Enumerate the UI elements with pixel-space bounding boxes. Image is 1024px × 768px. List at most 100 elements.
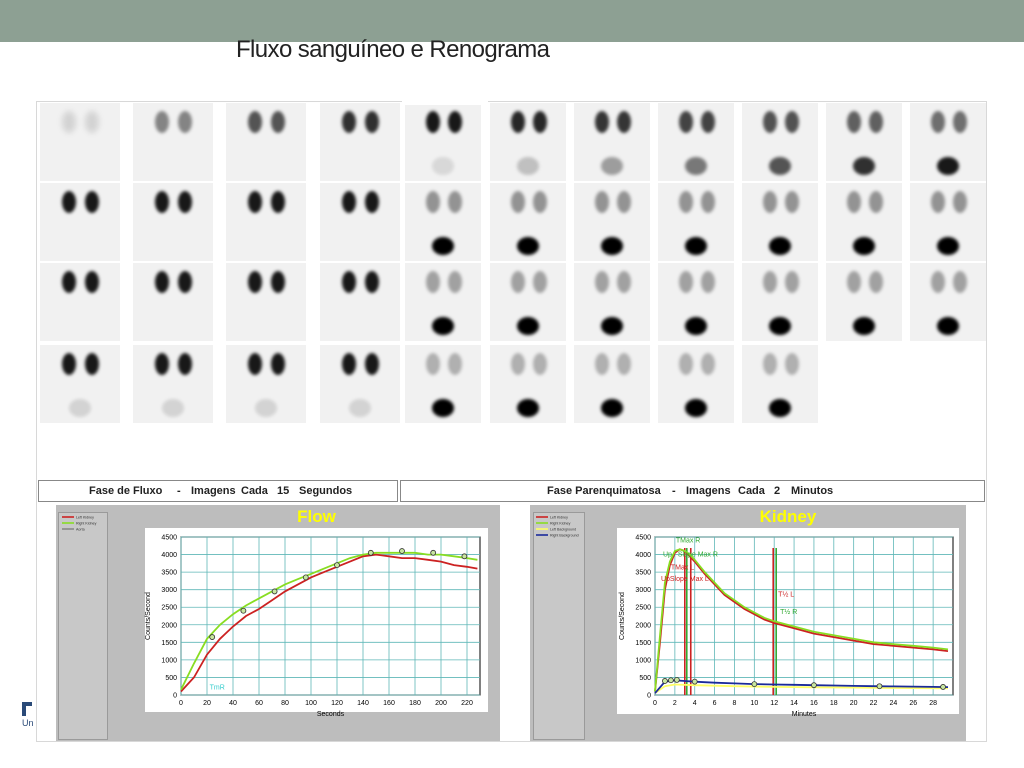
left-kidney-blob bbox=[679, 271, 694, 293]
scan-frame bbox=[405, 345, 481, 423]
left-kidney-blob bbox=[847, 111, 862, 133]
bladder-blob bbox=[69, 399, 91, 417]
right-kidney-blob bbox=[177, 271, 192, 293]
left-kidney-blob bbox=[248, 353, 263, 375]
scan-frame bbox=[133, 345, 213, 423]
scan-frame bbox=[405, 103, 481, 181]
left-kidney-blob bbox=[248, 271, 263, 293]
right-kidney-blob bbox=[84, 191, 99, 213]
bladder-blob bbox=[517, 399, 539, 417]
left-kidney-blob bbox=[931, 271, 946, 293]
parenchymal-phase-caption: Fase Parenquimatosa - Imagens Cada 2 Min… bbox=[400, 480, 985, 502]
right-kidney-blob bbox=[784, 191, 799, 213]
left-kidney-blob bbox=[155, 191, 170, 213]
flow-caption-w5: Segundos bbox=[299, 485, 353, 497]
right-kidney-blob bbox=[270, 191, 285, 213]
panel-gap bbox=[402, 101, 488, 105]
flow-legend-box bbox=[58, 512, 108, 740]
flow-caption-w4: 15 bbox=[277, 485, 290, 497]
right-kidney-blob bbox=[700, 271, 715, 293]
par-caption-w5: Minutos bbox=[791, 485, 834, 497]
flow-caption-w2: Imagens bbox=[191, 485, 236, 497]
scan-frame bbox=[658, 345, 734, 423]
bladder-blob bbox=[769, 317, 791, 335]
par-caption-w3: Cada bbox=[738, 485, 765, 497]
left-kidney-blob bbox=[931, 111, 946, 133]
scan-frame bbox=[826, 103, 902, 181]
bladder-blob bbox=[769, 237, 791, 255]
right-kidney-blob bbox=[616, 111, 631, 133]
right-kidney-blob bbox=[447, 271, 462, 293]
left-kidney-blob bbox=[595, 353, 610, 375]
right-kidney-blob bbox=[532, 271, 547, 293]
bladder-blob bbox=[255, 399, 277, 417]
left-kidney-blob bbox=[511, 191, 526, 213]
scan-frame bbox=[826, 263, 902, 341]
bladder-blob bbox=[162, 399, 184, 417]
scan-frame bbox=[226, 183, 306, 261]
right-kidney-blob bbox=[447, 111, 462, 133]
bladder-blob bbox=[432, 317, 454, 335]
scan-frame bbox=[320, 103, 400, 181]
left-kidney-blob bbox=[511, 353, 526, 375]
left-kidney-blob bbox=[595, 111, 610, 133]
par-caption-w2: Imagens bbox=[686, 485, 731, 497]
left-kidney-blob bbox=[763, 271, 778, 293]
left-kidney-blob bbox=[342, 353, 357, 375]
bladder-blob bbox=[937, 157, 959, 175]
left-kidney-blob bbox=[62, 191, 77, 213]
flow-caption-w0: Fase de Fluxo bbox=[89, 485, 163, 497]
scan-frame bbox=[742, 263, 818, 341]
right-kidney-blob bbox=[84, 353, 99, 375]
par-caption-w1: - bbox=[672, 485, 676, 497]
left-kidney-blob bbox=[426, 111, 441, 133]
flow-chart-title: Flow bbox=[297, 507, 336, 526]
bladder-blob bbox=[853, 317, 875, 335]
right-kidney-blob bbox=[952, 191, 967, 213]
bladder-blob bbox=[432, 237, 454, 255]
left-kidney-blob bbox=[426, 353, 441, 375]
scan-frame bbox=[742, 183, 818, 261]
right-kidney-blob bbox=[616, 353, 631, 375]
left-kidney-blob bbox=[62, 271, 77, 293]
left-kidney-blob bbox=[511, 271, 526, 293]
scan-frame bbox=[490, 103, 566, 181]
right-kidney-blob bbox=[270, 111, 285, 133]
right-kidney-blob bbox=[784, 353, 799, 375]
scan-frame bbox=[226, 263, 306, 341]
flow-caption-w3: Cada bbox=[241, 485, 268, 497]
right-kidney-blob bbox=[270, 353, 285, 375]
scan-frame bbox=[40, 103, 120, 181]
bladder-blob bbox=[769, 157, 791, 175]
left-kidney-blob bbox=[595, 191, 610, 213]
bladder-blob bbox=[517, 237, 539, 255]
bladder-blob bbox=[685, 157, 707, 175]
left-kidney-blob bbox=[763, 111, 778, 133]
bladder-blob bbox=[601, 399, 623, 417]
left-kidney-blob bbox=[342, 191, 357, 213]
left-kidney-blob bbox=[155, 271, 170, 293]
scan-frame bbox=[405, 263, 481, 341]
flow-plot-bg bbox=[145, 528, 488, 712]
bladder-blob bbox=[937, 237, 959, 255]
right-kidney-blob bbox=[177, 191, 192, 213]
scan-frame bbox=[133, 263, 213, 341]
kidney-plot-bg bbox=[617, 528, 959, 714]
scan-frame bbox=[574, 263, 650, 341]
scan-frame bbox=[742, 103, 818, 181]
left-kidney-blob bbox=[847, 271, 862, 293]
right-kidney-blob bbox=[952, 111, 967, 133]
bladder-blob bbox=[685, 317, 707, 335]
left-kidney-blob bbox=[155, 111, 170, 133]
bladder-blob bbox=[349, 399, 371, 417]
right-kidney-blob bbox=[364, 191, 379, 213]
bladder-blob bbox=[769, 399, 791, 417]
left-kidney-blob bbox=[426, 271, 441, 293]
scan-frame bbox=[405, 183, 481, 261]
left-kidney-blob bbox=[62, 111, 77, 133]
bladder-blob bbox=[937, 317, 959, 335]
right-kidney-blob bbox=[868, 271, 883, 293]
scan-frame bbox=[658, 263, 734, 341]
left-kidney-blob bbox=[679, 353, 694, 375]
scan-frame bbox=[320, 263, 400, 341]
